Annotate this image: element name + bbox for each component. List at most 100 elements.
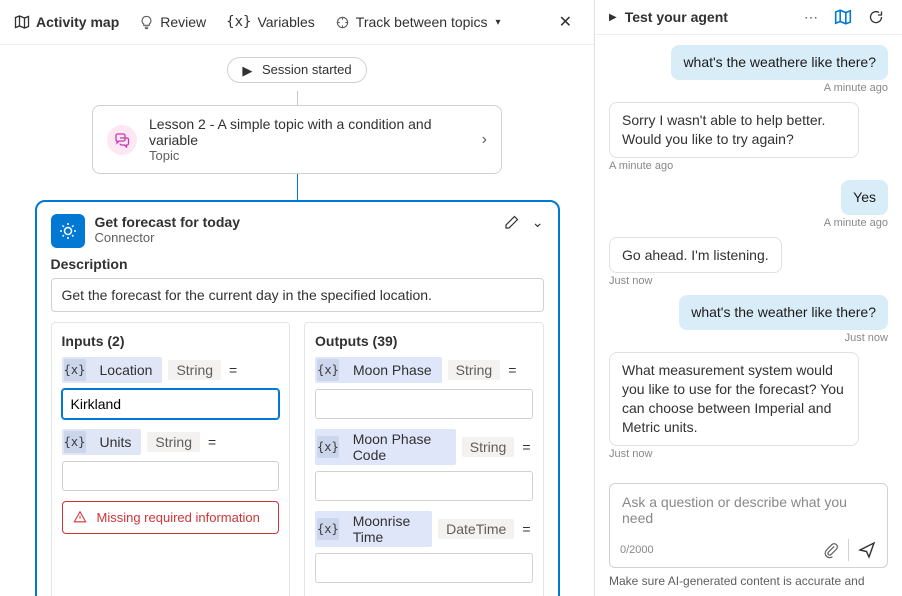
outputs-panel: Outputs (39) {x} Moon Phase String = {x} bbox=[304, 322, 544, 596]
variable-badge-icon: {x} bbox=[317, 436, 339, 458]
inputs-header: Inputs (2) bbox=[62, 333, 280, 349]
variable-badge-icon: {x} bbox=[64, 359, 86, 381]
message-bubble: Sorry I wasn't able to help better. Woul… bbox=[609, 102, 859, 158]
output-value-moon-phase-code[interactable] bbox=[315, 471, 533, 501]
message-timestamp: A minute ago bbox=[824, 82, 888, 94]
chevron-down-icon[interactable]: ⌄ bbox=[532, 214, 544, 231]
bot-message: Sorry I wasn't able to help better. Woul… bbox=[609, 102, 888, 172]
tab-variables-label: Variables bbox=[257, 14, 314, 30]
message-bubble: Go ahead. I'm listening. bbox=[609, 237, 782, 274]
node-title: Get forecast for today bbox=[95, 214, 240, 230]
char-counter: 0/2000 bbox=[620, 544, 654, 556]
test-agent-panel: ▶ Test your agent ⋯ what's the weathere … bbox=[595, 0, 902, 596]
message-bubble: what's the weathere like there? bbox=[671, 45, 888, 80]
tab-activity-map-label: Activity map bbox=[36, 14, 119, 30]
chat-icon bbox=[107, 125, 137, 155]
track-icon bbox=[335, 15, 350, 30]
output-name: Moonrise Time bbox=[345, 513, 430, 545]
inputs-panel: Inputs (2) {x} Location String = {x} bbox=[51, 322, 291, 596]
input-name: Location bbox=[92, 362, 161, 378]
output-param-moon-phase: {x} Moon Phase String = bbox=[315, 357, 533, 383]
output-param-moonrise-time: {x} Moonrise Time DateTime = bbox=[315, 511, 533, 547]
variable-badge-icon: {x} bbox=[317, 359, 339, 381]
collapse-icon[interactable]: ▶ bbox=[609, 12, 617, 23]
message-bubble: what's the weather like there? bbox=[679, 295, 888, 330]
equals-sign: = bbox=[227, 362, 239, 378]
equals-sign: = bbox=[520, 439, 532, 455]
tab-variables[interactable]: {x} Variables bbox=[226, 14, 315, 30]
description-label: Description bbox=[51, 256, 544, 272]
bot-message: What measurement system would you like t… bbox=[609, 352, 888, 460]
type-chip: String bbox=[147, 432, 200, 452]
description-box: Get the forecast for the current day in … bbox=[51, 278, 544, 312]
user-message: what's the weathere like there? A minute … bbox=[609, 45, 888, 94]
session-started-pill[interactable]: ▶ Session started bbox=[227, 57, 366, 83]
type-chip: String bbox=[448, 360, 501, 380]
message-timestamp: Just now bbox=[845, 332, 888, 344]
chevron-right-icon: › bbox=[482, 131, 487, 149]
missing-required-error: Missing required information bbox=[62, 501, 280, 534]
outputs-header: Outputs (39) bbox=[315, 333, 533, 349]
sun-icon bbox=[51, 214, 85, 248]
message-bubble: What measurement system would you like t… bbox=[609, 352, 859, 446]
forecast-connector-node[interactable]: Get forecast for today Connector ⌄ Descr… bbox=[35, 200, 560, 596]
input-value-units[interactable] bbox=[62, 461, 280, 491]
type-chip: String bbox=[462, 437, 515, 457]
edit-icon[interactable] bbox=[504, 214, 520, 231]
activity-canvas[interactable]: ▶ Session started Lesson 2 - A simple to… bbox=[0, 45, 594, 596]
map-icon bbox=[14, 14, 30, 30]
bot-message: Go ahead. I'm listening.Just now bbox=[609, 237, 888, 288]
tab-review[interactable]: Review bbox=[139, 14, 206, 30]
session-started-label: Session started bbox=[262, 62, 352, 77]
divider bbox=[848, 539, 849, 561]
more-icon[interactable]: ⋯ bbox=[800, 9, 822, 26]
type-chip: DateTime bbox=[438, 519, 514, 539]
tab-track-label: Track between topics bbox=[356, 14, 488, 30]
message-timestamp: A minute ago bbox=[609, 160, 673, 172]
chat-transcript[interactable]: what's the weathere like there? A minute … bbox=[595, 35, 902, 475]
lesson-title: Lesson 2 - A simple topic with a conditi… bbox=[149, 116, 470, 148]
message-timestamp: Just now bbox=[609, 275, 652, 287]
connector-line-active bbox=[297, 174, 298, 200]
tab-activity-map[interactable]: Activity map bbox=[14, 14, 119, 30]
input-param-location: {x} Location String = bbox=[62, 357, 280, 383]
user-message: Yes A minute ago bbox=[609, 180, 888, 229]
output-param-moon-phase-code: {x} Moon Phase Code String = bbox=[315, 429, 533, 465]
node-subtitle: Connector bbox=[95, 230, 240, 245]
equals-sign: = bbox=[506, 362, 518, 378]
warning-icon bbox=[73, 510, 87, 524]
chat-input-box: 0/2000 bbox=[609, 483, 888, 568]
connector-line bbox=[297, 91, 298, 105]
variable-badge-icon: {x} bbox=[64, 431, 86, 453]
chat-title: Test your agent bbox=[625, 9, 792, 25]
chevron-down-icon: ▾ bbox=[496, 17, 501, 28]
input-name: Units bbox=[92, 434, 140, 450]
send-button[interactable] bbox=[857, 540, 877, 560]
input-value-location[interactable] bbox=[62, 389, 280, 419]
chat-header: ▶ Test your agent ⋯ bbox=[595, 0, 902, 35]
user-message: what's the weather like there? Just now bbox=[609, 295, 888, 344]
activity-map-panel: Activity map Review {x} Variables Track … bbox=[0, 0, 595, 596]
type-chip: String bbox=[168, 360, 221, 380]
map-icon[interactable] bbox=[830, 8, 856, 26]
message-timestamp: A minute ago bbox=[824, 217, 888, 229]
equals-sign: = bbox=[520, 521, 532, 537]
variable-badge-icon: {x} bbox=[317, 518, 339, 540]
lesson-topic-card[interactable]: Lesson 2 - A simple topic with a conditi… bbox=[92, 105, 502, 174]
error-text: Missing required information bbox=[97, 510, 260, 525]
output-name: Moon Phase Code bbox=[345, 431, 454, 463]
tab-track-between-topics[interactable]: Track between topics ▾ bbox=[335, 14, 501, 30]
output-value-moon-phase[interactable] bbox=[315, 389, 533, 419]
play-icon: ▶ bbox=[242, 63, 252, 79]
activity-toolbar: Activity map Review {x} Variables Track … bbox=[0, 0, 594, 45]
chat-input[interactable] bbox=[620, 492, 877, 532]
output-value-moonrise-time[interactable] bbox=[315, 553, 533, 583]
attach-icon[interactable] bbox=[822, 541, 840, 559]
lesson-subtitle: Topic bbox=[149, 148, 470, 163]
ai-disclaimer: Make sure AI-generated content is accura… bbox=[595, 572, 902, 596]
tab-review-label: Review bbox=[160, 14, 206, 30]
close-button[interactable]: ✕ bbox=[551, 8, 580, 36]
refresh-icon[interactable] bbox=[864, 9, 888, 25]
message-bubble: Yes bbox=[841, 180, 888, 215]
bulb-icon bbox=[139, 15, 154, 30]
